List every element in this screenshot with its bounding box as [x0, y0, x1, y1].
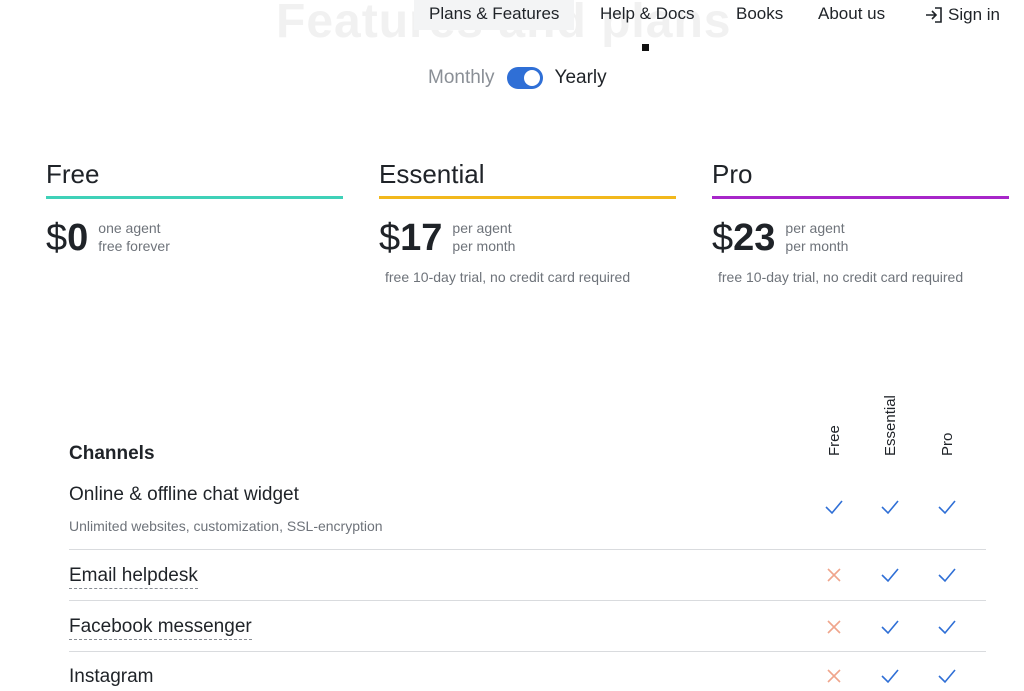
row-divider [69, 600, 986, 601]
check-icon [937, 666, 957, 686]
currency-symbol: $ [712, 217, 734, 259]
currency-symbol: $ [46, 217, 68, 259]
nav-plans-features[interactable]: Plans & Features [414, 0, 575, 30]
sign-in-icon [926, 7, 942, 23]
price-note: per agent per month [785, 219, 848, 255]
plan-accent-rule [712, 196, 1009, 199]
monthly-option[interactable]: Monthly [428, 67, 495, 89]
plan-free: Free $0 one agent free forever [46, 156, 343, 259]
plan-price: $0 [46, 217, 88, 259]
nav-books[interactable]: Books [736, 0, 783, 30]
price-note-line1: per agent [785, 220, 845, 236]
cross-icon [824, 666, 844, 686]
price-note: per agent per month [452, 219, 515, 255]
nav-help-docs[interactable]: Help & Docs [600, 0, 694, 30]
row-divider [69, 651, 986, 652]
feature-row: Email helpdesk [69, 565, 986, 589]
cross-icon [824, 617, 844, 637]
check-icon [880, 565, 900, 585]
plan-name: Pro [712, 159, 753, 189]
billing-period-toggle: Monthly Yearly [428, 64, 607, 92]
plan-accent-rule [379, 196, 676, 199]
feature-row: Instagram [69, 666, 986, 688]
feature-row: Facebook messenger [69, 616, 986, 640]
plan-accent-rule [46, 196, 343, 199]
price-note-line2: free forever [98, 238, 170, 254]
nav-sign-in[interactable]: Sign in [924, 0, 1000, 30]
section-title-channels: Channels [69, 443, 155, 464]
nav-about-us[interactable]: About us [818, 0, 885, 30]
feature-subtitle: Unlimited websites, customization, SSL-e… [69, 518, 383, 534]
feature-title-facebook-messenger[interactable]: Facebook messenger [69, 616, 252, 640]
row-divider [69, 549, 986, 550]
price-note: one agent free forever [98, 219, 170, 255]
check-icon [880, 497, 900, 517]
plan-price: $23 [712, 217, 775, 259]
currency-symbol: $ [379, 217, 401, 259]
price-amount: 0 [67, 217, 89, 259]
feature-title: Online & offline chat widget [69, 484, 299, 505]
column-header-pro: Pro [939, 432, 956, 456]
check-icon [937, 565, 957, 585]
switch-knob [523, 70, 540, 86]
feature-title: Instagram [69, 666, 154, 687]
price-note-line2: per month [785, 238, 849, 254]
column-header-essential: Essential [882, 395, 899, 456]
plan-price: $17 [379, 217, 442, 259]
price-note-line1: per agent [452, 220, 512, 236]
plan-essential: Essential $17 per agent per month free 1… [379, 156, 676, 285]
check-icon [937, 497, 957, 517]
cross-icon [824, 565, 844, 585]
plan-name: Free [46, 159, 100, 189]
trial-note: free 10-day trial, no credit card requir… [718, 269, 964, 285]
plan-name: Essential [379, 159, 485, 189]
price-note-line1: one agent [98, 220, 161, 236]
check-icon [880, 666, 900, 686]
trial-note: free 10-day trial, no credit card requir… [385, 269, 631, 285]
heading-period [642, 44, 649, 51]
column-header-free: Free [826, 425, 843, 456]
check-icon [880, 617, 900, 637]
price-amount: 23 [733, 217, 776, 259]
top-navigation: Plans & Features Help & Docs Books About… [0, 0, 1024, 30]
feature-title-email-helpdesk[interactable]: Email helpdesk [69, 565, 198, 589]
check-icon [824, 497, 844, 517]
sign-in-label: Sign in [948, 5, 1000, 24]
check-icon [937, 617, 957, 637]
yearly-option[interactable]: Yearly [555, 67, 607, 89]
price-amount: 17 [400, 217, 443, 259]
plan-pro: Pro $23 per agent per month free 10-day … [712, 156, 1009, 285]
price-note-line2: per month [452, 238, 516, 254]
billing-switch[interactable] [506, 67, 543, 89]
feature-row: Online & offline chat widget Unlimited w… [69, 484, 986, 534]
